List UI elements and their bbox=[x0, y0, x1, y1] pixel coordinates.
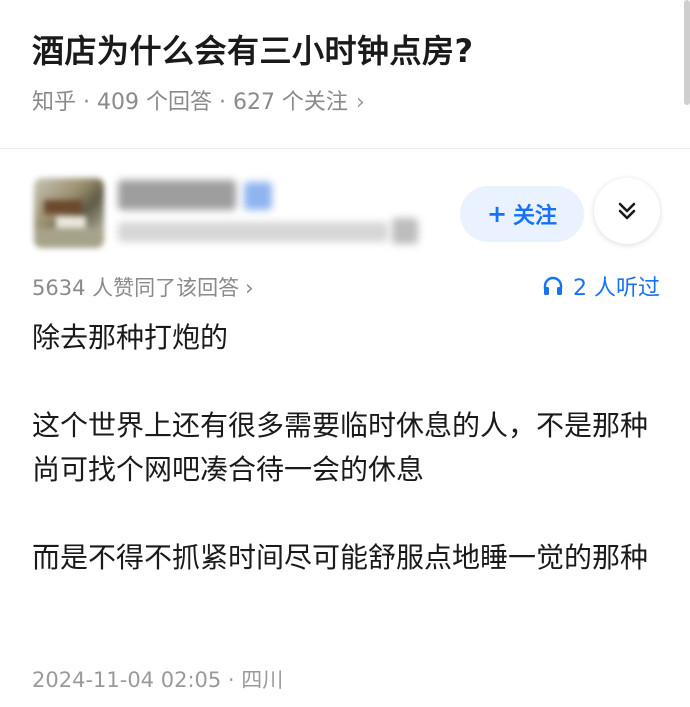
answer-paragraph: 这个世界上还有很多需要临时休息的人，不是那种尚可找个网吧凑合待一会的休息 bbox=[32, 409, 649, 486]
author-bio-extra-blurred bbox=[392, 218, 418, 244]
answer-body[interactable]: 除去那种打炮的 这个世界上还有很多需要临时休息的人，不是那种尚可找个网吧凑合待一… bbox=[32, 316, 660, 624]
answer-footer-meta: 2024-11-04 02:05 · 四川 bbox=[32, 668, 284, 692]
divider bbox=[0, 148, 690, 149]
scrollbar[interactable] bbox=[684, 0, 690, 105]
plus-icon: + bbox=[486, 200, 508, 228]
answer-paragraph: 除去那种打炮的 bbox=[32, 321, 229, 354]
author-bio-blurred bbox=[118, 222, 388, 242]
chevron-double-down-icon bbox=[618, 202, 636, 220]
chevron-right-icon: › bbox=[355, 90, 365, 115]
chevron-right-icon: › bbox=[245, 276, 254, 300]
question-title[interactable]: 酒店为什么会有三小时钟点房? bbox=[32, 26, 474, 72]
listen-count: 2 人听过 bbox=[573, 276, 660, 301]
more-options-button[interactable] bbox=[594, 178, 660, 244]
follow-button[interactable]: + 关注 bbox=[460, 186, 584, 242]
vote-summary[interactable]: 5634 人赞同了该回答 › bbox=[32, 272, 254, 302]
headphones-icon bbox=[543, 276, 563, 295]
author-badge-blurred bbox=[244, 182, 272, 210]
listen-info[interactable]: 2 人听过 bbox=[541, 270, 660, 302]
vote-summary-text: 5634 人赞同了该回答 bbox=[32, 276, 240, 300]
answer-paragraph: 而是不得不抓紧时间尽可能舒服点地睡一觉的那种 bbox=[32, 541, 649, 574]
answer-page: 酒店为什么会有三小时钟点房? 知乎 · 409 个回答 · 627 个关注 › +… bbox=[0, 0, 690, 707]
question-meta-text: 知乎 · 409 个回答 · 627 个关注 bbox=[32, 90, 348, 115]
author-name-blurred[interactable] bbox=[118, 180, 236, 210]
avatar[interactable] bbox=[34, 178, 104, 248]
question-meta[interactable]: 知乎 · 409 个回答 · 627 个关注 › bbox=[32, 84, 365, 116]
follow-label: 关注 bbox=[513, 204, 558, 229]
